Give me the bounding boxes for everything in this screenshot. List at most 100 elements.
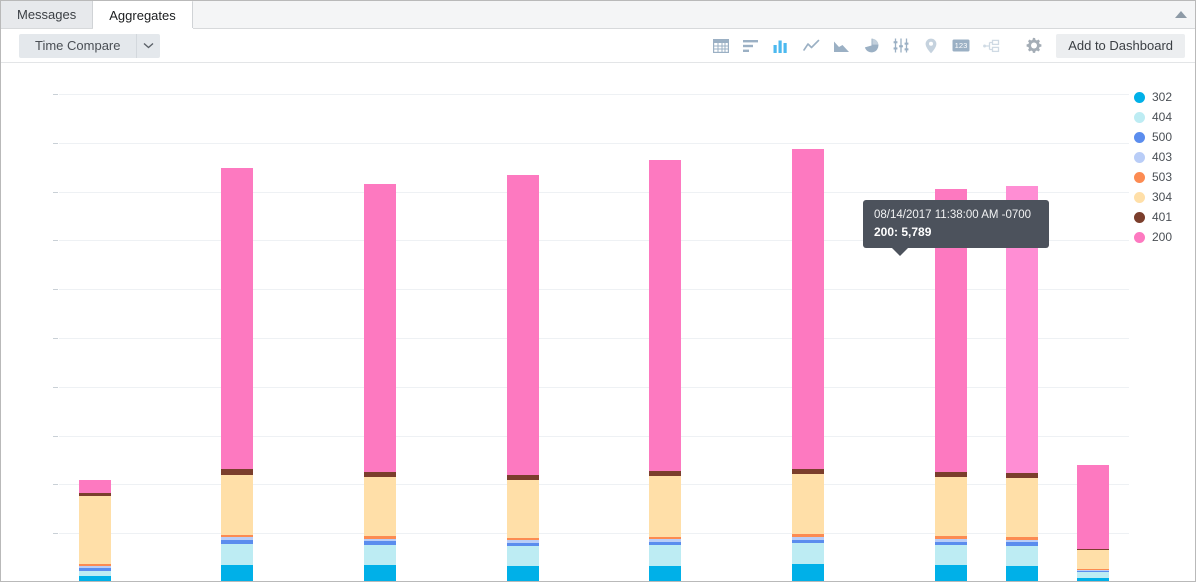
bar-segment-302[interactable]	[79, 576, 111, 582]
bar-segment-503[interactable]	[364, 536, 396, 539]
bar-segment-403[interactable]	[649, 539, 681, 542]
legend-item-302[interactable]: 302	[1134, 87, 1172, 107]
bar-segment-302[interactable]	[364, 565, 396, 582]
bar-segment-403[interactable]	[792, 537, 824, 540]
bar-segment-503[interactable]	[935, 536, 967, 538]
bar-segment-503[interactable]	[507, 538, 539, 540]
bar-segment-401[interactable]	[221, 469, 253, 474]
bar-segment-500[interactable]	[1077, 571, 1109, 572]
chart-bar[interactable]	[792, 149, 824, 582]
sliders-icon[interactable]	[886, 31, 916, 61]
horizontal-bar-chart-icon[interactable]	[736, 31, 766, 61]
bar-segment-304[interactable]	[1006, 478, 1038, 538]
chevron-down-icon[interactable]	[136, 34, 160, 58]
bar-segment-401[interactable]	[792, 469, 824, 474]
add-to-dashboard-button[interactable]: Add to Dashboard	[1056, 34, 1185, 58]
bar-segment-503[interactable]	[649, 537, 681, 539]
chart-bar[interactable]	[364, 189, 396, 582]
bar-segment-403[interactable]	[1006, 540, 1038, 543]
legend-item-503[interactable]: 503	[1134, 167, 1172, 187]
bar-segment-404[interactable]	[792, 543, 824, 564]
bar-segment-304[interactable]	[792, 474, 824, 534]
bar-segment-403[interactable]	[364, 539, 396, 542]
tree-map-icon[interactable]	[976, 31, 1006, 61]
bar-segment-503[interactable]	[1006, 537, 1038, 539]
bar-segment-200[interactable]	[221, 168, 253, 470]
bar-segment-500[interactable]	[221, 540, 253, 544]
tab-messages[interactable]: Messages	[1, 1, 93, 28]
bar-segment-302[interactable]	[1006, 566, 1038, 582]
legend-item-200[interactable]: 200	[1134, 227, 1172, 247]
chart-bar[interactable]	[221, 168, 253, 582]
bar-segment-404[interactable]	[935, 545, 967, 565]
bar-segment-401[interactable]	[507, 475, 539, 480]
bar-segment-302[interactable]	[1077, 578, 1109, 582]
column-chart-icon[interactable]	[766, 31, 796, 61]
bar-segment-200[interactable]	[649, 160, 681, 471]
bar-segment-404[interactable]	[221, 544, 253, 565]
bar-segment-401[interactable]	[1077, 549, 1109, 550]
bar-segment-401[interactable]	[935, 472, 967, 477]
legend-item-403[interactable]: 403	[1134, 147, 1172, 167]
time-compare-button[interactable]: Time Compare	[19, 34, 136, 58]
bar-segment-500[interactable]	[79, 568, 111, 571]
table-icon[interactable]	[706, 31, 736, 61]
bar-segment-304[interactable]	[79, 496, 111, 564]
bar-segment-403[interactable]	[221, 537, 253, 540]
gear-icon[interactable]	[1018, 31, 1048, 61]
bar-segment-200[interactable]	[507, 175, 539, 476]
bar-segment-500[interactable]	[507, 543, 539, 546]
bar-segment-302[interactable]	[649, 566, 681, 582]
chart-bar[interactable]	[649, 160, 681, 582]
map-pin-icon[interactable]	[916, 31, 946, 61]
bar-segment-304[interactable]	[1077, 550, 1109, 569]
bar-segment-404[interactable]	[507, 546, 539, 566]
bar-segment-503[interactable]	[792, 534, 824, 537]
bar-segment-500[interactable]	[935, 542, 967, 545]
bar-segment-403[interactable]	[79, 566, 111, 568]
bar-segment-304[interactable]	[507, 480, 539, 538]
line-chart-icon[interactable]	[796, 31, 826, 61]
bar-segment-200[interactable]	[364, 184, 396, 472]
chart-bar[interactable]	[79, 480, 111, 582]
bar-segment-500[interactable]	[1006, 542, 1038, 545]
bar-segment-304[interactable]	[364, 477, 396, 536]
bar-segment-200[interactable]	[792, 149, 824, 469]
bar-segment-403[interactable]	[507, 540, 539, 543]
bar-segment-404[interactable]	[1006, 546, 1038, 566]
bar-segment-404[interactable]	[364, 545, 396, 565]
pie-chart-icon[interactable]	[856, 31, 886, 61]
bar-segment-500[interactable]	[364, 541, 396, 545]
single-value-icon[interactable]: 123	[946, 31, 976, 61]
bar-segment-304[interactable]	[935, 477, 967, 537]
bar-segment-304[interactable]	[221, 475, 253, 535]
bar-segment-503[interactable]	[221, 535, 253, 538]
bar-segment-503[interactable]	[1077, 569, 1109, 570]
bar-segment-401[interactable]	[364, 472, 396, 477]
bar-segment-200[interactable]	[79, 480, 111, 494]
tab-aggregates[interactable]: Aggregates	[93, 0, 193, 28]
bar-segment-403[interactable]	[1077, 570, 1109, 571]
bar-segment-503[interactable]	[79, 564, 111, 566]
bar-segment-200[interactable]	[1077, 465, 1109, 548]
bar-segment-404[interactable]	[1077, 572, 1109, 578]
bar-segment-401[interactable]	[649, 471, 681, 476]
bar-segment-401[interactable]	[79, 493, 111, 496]
bar-segment-403[interactable]	[935, 539, 967, 542]
bar-segment-401[interactable]	[1006, 473, 1038, 478]
legend-item-500[interactable]: 500	[1134, 127, 1172, 147]
bar-segment-302[interactable]	[935, 565, 967, 582]
chart-bar[interactable]	[1077, 465, 1109, 582]
chart-bar[interactable]	[935, 189, 967, 582]
bar-segment-500[interactable]	[792, 540, 824, 544]
bar-segment-404[interactable]	[649, 545, 681, 565]
area-chart-icon[interactable]	[826, 31, 856, 61]
bar-segment-304[interactable]	[649, 476, 681, 537]
legend-item-304[interactable]: 304	[1134, 187, 1172, 207]
legend-item-404[interactable]: 404	[1134, 107, 1172, 127]
legend-item-401[interactable]: 401	[1134, 207, 1172, 227]
bar-segment-500[interactable]	[649, 542, 681, 545]
bar-segment-302[interactable]	[221, 565, 253, 582]
chart-bar[interactable]	[507, 175, 539, 582]
bar-segment-302[interactable]	[792, 564, 824, 582]
